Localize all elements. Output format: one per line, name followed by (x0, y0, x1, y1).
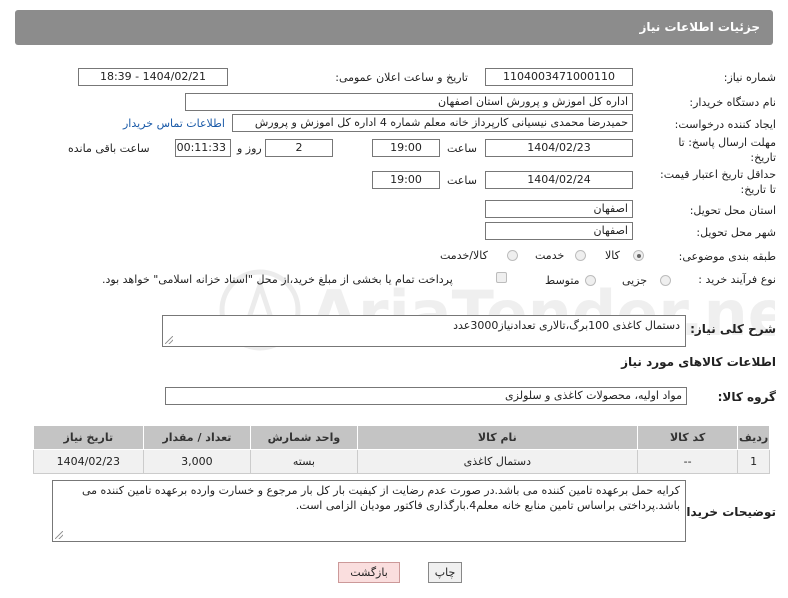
category-radio-service[interactable] (575, 250, 586, 261)
goods-table: ردیف کد کالا نام کالا واحد شمارش تعداد /… (33, 425, 770, 474)
category-option-goods: کالا (605, 249, 620, 262)
cell-goods-name: دستمال کاغذی (356, 449, 639, 474)
cell-goods-code: -- (637, 449, 739, 474)
requester-field[interactable]: حمیدرضا محمدی نیسیانی کارپرداز خانه معلم… (232, 114, 633, 132)
price-validity-time-label: ساعت (447, 174, 477, 187)
reply-deadline-label: مهلت ارسال پاسخ: تا (678, 136, 776, 149)
goods-group-label: گروه کالا: (717, 390, 776, 404)
cell-row-number: 1 (737, 449, 770, 474)
delivery-province-label: استان محل تحویل: (689, 204, 776, 217)
remaining-time-field[interactable]: 00:11:33 (175, 139, 231, 157)
remaining-days-field[interactable]: 2 (265, 139, 333, 157)
reply-deadline-label-2: تاریخ: (750, 151, 776, 164)
purchase-type-option-minor: جزیی (622, 274, 648, 287)
purchase-type-radio-medium[interactable] (585, 275, 596, 286)
need-description-label: شرح کلی نیاز: (690, 322, 776, 336)
category-option-goods-service: کالا/خدمت (440, 249, 488, 262)
announce-datetime-field[interactable]: 1404/02/21 - 18:39 (78, 68, 228, 86)
col-header-goods-name: نام کالا (356, 425, 639, 450)
delivery-city-label: شهر محل تحویل: (696, 226, 776, 239)
reply-deadline-date-field[interactable]: 1404/02/23 (485, 139, 633, 157)
need-description-text: دستمال کاغذی 100برگ،تالاری تعدادنیاز3000… (453, 319, 680, 332)
back-button[interactable]: بازگشت (338, 562, 400, 583)
cell-unit: بسته (250, 449, 358, 474)
need-number-field[interactable]: 1104003471000110 (485, 68, 633, 86)
announce-datetime-label: تاریخ و ساعت اعلان عمومی: (335, 71, 468, 84)
watermark-logo: AriaTender.neT (219, 269, 775, 351)
col-header-need-date: تاریخ نیاز (33, 425, 144, 450)
col-header-quantity: تعداد / مقدار (142, 425, 252, 450)
delivery-city-field[interactable]: اصفهان (485, 222, 633, 240)
col-header-row-number: ردیف (737, 425, 770, 450)
resize-handle[interactable] (55, 531, 63, 539)
treasury-payment-checkbox[interactable] (496, 272, 507, 283)
category-option-service: خدمت (535, 249, 565, 262)
treasury-payment-note: پرداخت تمام یا بخشی از مبلغ خرید،از محل … (102, 273, 453, 286)
delivery-province-field[interactable]: اصفهان (485, 200, 633, 218)
need-number-label: شماره نیاز: (723, 71, 776, 84)
table-header-row: ردیف کد کالا نام کالا واحد شمارش تعداد /… (33, 425, 770, 450)
col-header-unit: واحد شمارش (250, 425, 358, 450)
table-row[interactable]: 1 -- دستمال کاغذی بسته 3,000 1404/02/23 (33, 449, 770, 474)
page-title: جزئیات اطلاعات نیاز (639, 20, 760, 34)
buyer-notes-text: کرایه حمل برعهده تامین کننده می باشد.در … (81, 484, 680, 512)
days-label: روز و (237, 142, 262, 155)
buyer-org-field[interactable]: اداره کل اموزش و پرورش استان اصفهان (185, 93, 633, 111)
reply-deadline-time-field[interactable]: 19:00 (372, 139, 440, 157)
page-header: جزئیات اطلاعات نیاز (15, 10, 773, 45)
cell-need-date: 1404/02/23 (33, 449, 144, 474)
requester-label: ایجاد کننده درخواست: (674, 118, 776, 131)
buyer-contact-link[interactable]: اطلاعات تماس خریدار (123, 117, 225, 130)
remaining-time-label: ساعت باقی مانده (68, 142, 150, 155)
buyer-notes-label: توضیحات خریدار: (674, 505, 776, 519)
price-validity-date-field[interactable]: 1404/02/24 (485, 171, 633, 189)
price-validity-time-field[interactable]: 19:00 (372, 171, 440, 189)
purchase-type-label: نوع فرآیند خرید : (698, 273, 776, 286)
goods-info-title: اطلاعات کالاهای مورد نیاز (621, 355, 776, 369)
print-button[interactable]: چاپ (428, 562, 462, 583)
category-radio-goods-service[interactable] (507, 250, 518, 261)
goods-group-field[interactable]: مواد اولیه، محصولات کاغذی و سلولزی (165, 387, 687, 405)
buyer-org-label: نام دستگاه خریدار: (689, 96, 776, 109)
category-radio-goods[interactable] (633, 250, 644, 261)
category-label: طبقه بندی موضوعی: (678, 250, 776, 263)
resize-handle[interactable] (165, 336, 173, 344)
col-header-goods-code: کد کالا (637, 425, 739, 450)
need-description-field[interactable]: دستمال کاغذی 100برگ،تالاری تعدادنیاز3000… (162, 315, 686, 347)
price-validity-label: حداقل تاریخ اعتبار قیمت: (660, 168, 776, 181)
purchase-type-option-medium: متوسط (545, 274, 580, 287)
reply-time-label: ساعت (447, 142, 477, 155)
purchase-type-radio-minor[interactable] (660, 275, 671, 286)
buyer-notes-field[interactable]: کرایه حمل برعهده تامین کننده می باشد.در … (52, 480, 686, 542)
price-validity-label-2: تا تاریخ: (740, 183, 776, 196)
cell-quantity: 3,000 (142, 449, 252, 474)
